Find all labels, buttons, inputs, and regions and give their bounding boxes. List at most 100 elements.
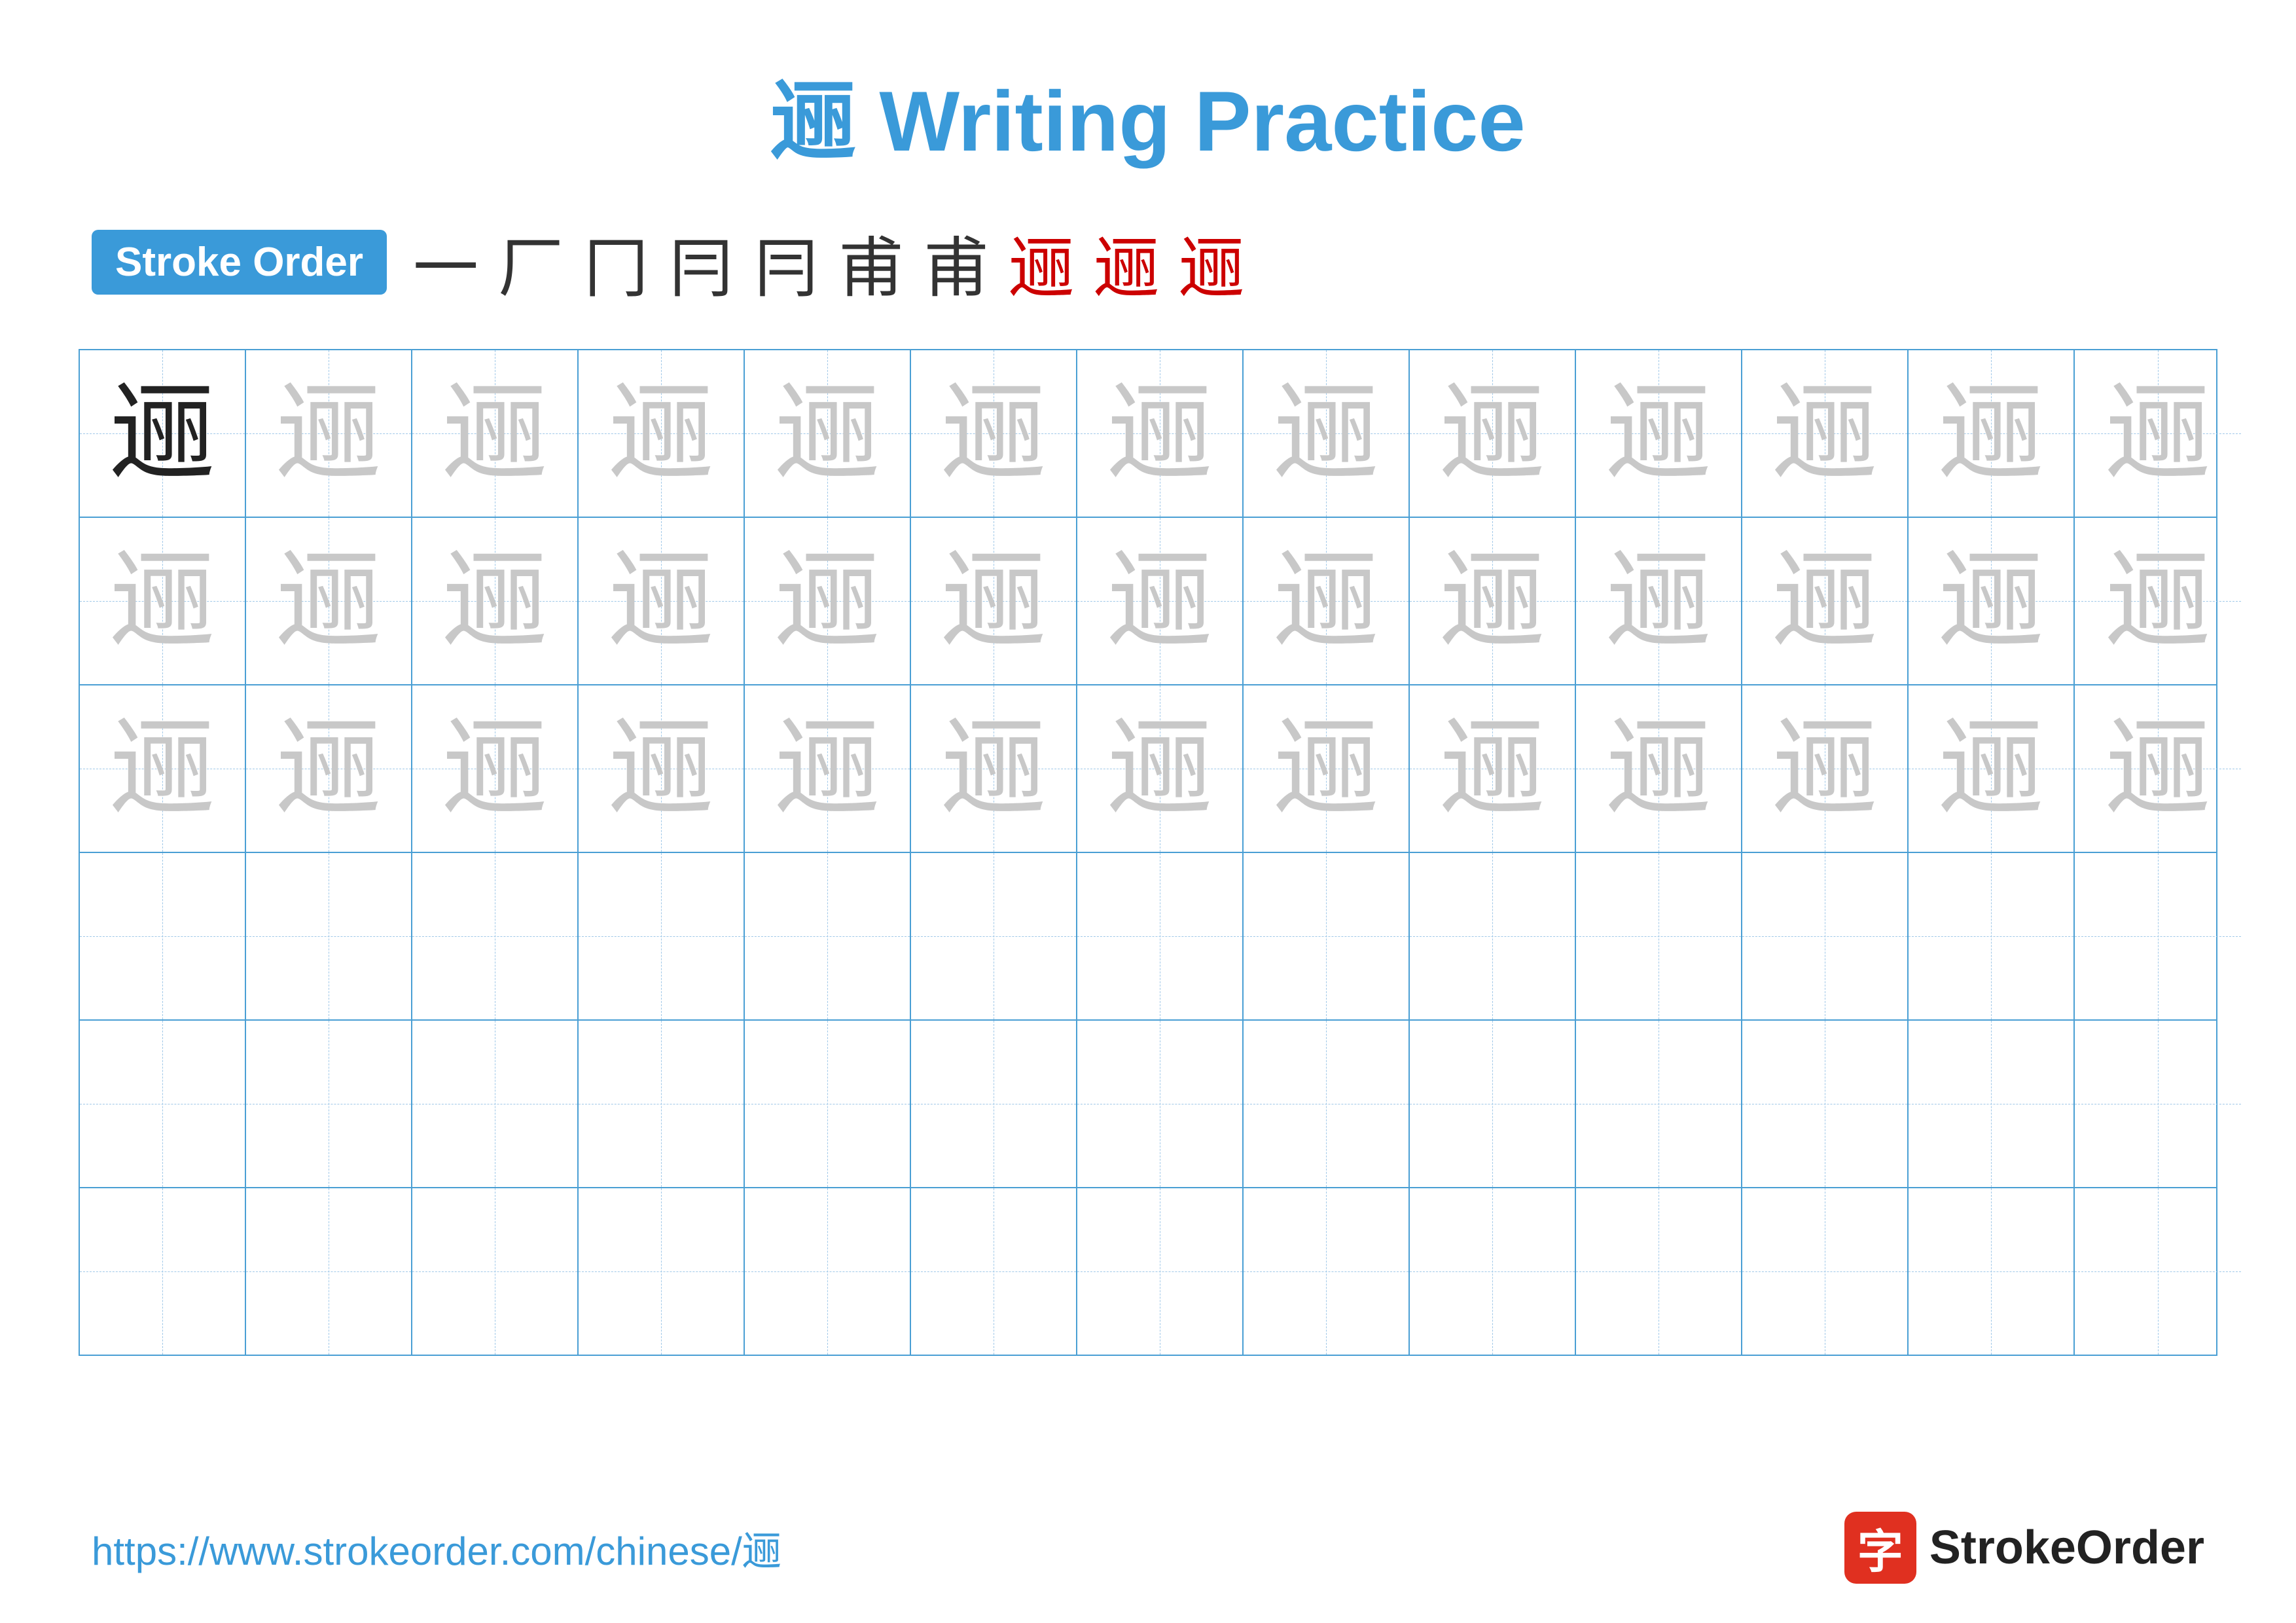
- cell-3-9: 逦: [1410, 685, 1576, 852]
- cell-5-5[interactable]: [745, 1021, 911, 1187]
- grid-row-5: [80, 1021, 2216, 1188]
- cell-2-10: 逦: [1576, 518, 1742, 684]
- stroke-7: 甫: [924, 215, 989, 310]
- cell-4-5[interactable]: [745, 853, 911, 1019]
- stroke-9: 逦: [1094, 215, 1159, 310]
- cell-1-12: 逦: [1909, 350, 2075, 517]
- cell-4-11[interactable]: [1742, 853, 1909, 1019]
- page-title: 逦 Writing Practice: [0, 0, 2296, 175]
- cell-5-6[interactable]: [911, 1021, 1077, 1187]
- cell-3-11: 逦: [1742, 685, 1909, 852]
- cell-3-12: 逦: [1909, 685, 2075, 852]
- cell-4-12[interactable]: [1909, 853, 2075, 1019]
- cell-6-2[interactable]: [246, 1188, 412, 1355]
- cell-1-13: 逦: [2075, 350, 2241, 517]
- cell-3-3: 逦: [412, 685, 579, 852]
- cell-5-13[interactable]: [2075, 1021, 2241, 1187]
- cell-4-10[interactable]: [1576, 853, 1742, 1019]
- cell-1-2: 逦: [246, 350, 412, 517]
- cell-2-5: 逦: [745, 518, 911, 684]
- cell-5-2[interactable]: [246, 1021, 412, 1187]
- cell-2-7: 逦: [1077, 518, 1244, 684]
- stroke-sequence: 一 厂 冂 冃 冃 甫 甫 逦 逦 逦: [413, 215, 1244, 310]
- cell-5-9[interactable]: [1410, 1021, 1576, 1187]
- cell-3-7: 逦: [1077, 685, 1244, 852]
- grid-row-3: 逦 逦 逦 逦 逦 逦 逦 逦 逦 逦 逦 逦 逦: [80, 685, 2216, 853]
- strokeorder-logo-icon: 字: [1844, 1512, 1916, 1584]
- cell-6-6[interactable]: [911, 1188, 1077, 1355]
- grid-row-4: [80, 853, 2216, 1021]
- cell-2-8: 逦: [1244, 518, 1410, 684]
- stroke-3: 冂: [583, 215, 649, 310]
- cell-6-11[interactable]: [1742, 1188, 1909, 1355]
- cell-5-4[interactable]: [579, 1021, 745, 1187]
- grid-row-2: 逦 逦 逦 逦 逦 逦 逦 逦 逦 逦 逦 逦 逦: [80, 518, 2216, 685]
- cell-1-11: 逦: [1742, 350, 1909, 517]
- stroke-6: 甫: [838, 215, 904, 310]
- cell-5-10[interactable]: [1576, 1021, 1742, 1187]
- cell-1-3: 逦: [412, 350, 579, 517]
- cell-6-7[interactable]: [1077, 1188, 1244, 1355]
- stroke-8: 逦: [1009, 215, 1074, 310]
- cell-1-7: 逦: [1077, 350, 1244, 517]
- cell-3-4: 逦: [579, 685, 745, 852]
- practice-grid: 逦 逦 逦 逦 逦 逦 逦 逦 逦 逦 逦 逦 逦 逦 逦 逦 逦 逦 逦 逦 …: [79, 349, 2217, 1356]
- cell-3-1: 逦: [80, 685, 246, 852]
- cell-3-8: 逦: [1244, 685, 1410, 852]
- cell-4-1[interactable]: [80, 853, 246, 1019]
- stroke-10: 逦: [1179, 215, 1244, 310]
- cell-3-13: 逦: [2075, 685, 2241, 852]
- stroke-1: 一: [413, 215, 478, 310]
- stroke-order-section: Stroke Order 一 厂 冂 冃 冃 甫 甫 逦 逦 逦: [0, 175, 2296, 336]
- cell-1-10: 逦: [1576, 350, 1742, 517]
- cell-2-6: 逦: [911, 518, 1077, 684]
- cell-3-10: 逦: [1576, 685, 1742, 852]
- cell-5-12[interactable]: [1909, 1021, 2075, 1187]
- cell-4-7[interactable]: [1077, 853, 1244, 1019]
- cell-1-6: 逦: [911, 350, 1077, 517]
- cell-2-3: 逦: [412, 518, 579, 684]
- cell-2-2: 逦: [246, 518, 412, 684]
- cell-5-11[interactable]: [1742, 1021, 1909, 1187]
- cell-6-5[interactable]: [745, 1188, 911, 1355]
- footer: https://www.strokeorder.com/chinese/逦 字 …: [0, 1512, 2296, 1584]
- cell-6-3[interactable]: [412, 1188, 579, 1355]
- cell-4-4[interactable]: [579, 853, 745, 1019]
- cell-6-10[interactable]: [1576, 1188, 1742, 1355]
- cell-6-12[interactable]: [1909, 1188, 2075, 1355]
- cell-6-9[interactable]: [1410, 1188, 1576, 1355]
- cell-2-9: 逦: [1410, 518, 1576, 684]
- cell-6-8[interactable]: [1244, 1188, 1410, 1355]
- footer-url[interactable]: https://www.strokeorder.com/chinese/逦: [92, 1520, 781, 1577]
- grid-row-6: [80, 1188, 2216, 1355]
- stroke-2: 厂: [498, 215, 564, 310]
- cell-5-7[interactable]: [1077, 1021, 1244, 1187]
- cell-4-9[interactable]: [1410, 853, 1576, 1019]
- grid-row-1: 逦 逦 逦 逦 逦 逦 逦 逦 逦 逦 逦 逦 逦: [80, 350, 2216, 518]
- cell-5-8[interactable]: [1244, 1021, 1410, 1187]
- cell-1-8: 逦: [1244, 350, 1410, 517]
- stroke-4: 冃: [668, 215, 734, 310]
- cell-4-2[interactable]: [246, 853, 412, 1019]
- cell-3-2: 逦: [246, 685, 412, 852]
- cell-2-12: 逦: [1909, 518, 2075, 684]
- cell-3-5: 逦: [745, 685, 911, 852]
- strokeorder-logo-text: StrokeOrder: [1929, 1521, 2204, 1575]
- cell-4-6[interactable]: [911, 853, 1077, 1019]
- cell-4-3[interactable]: [412, 853, 579, 1019]
- cell-4-13[interactable]: [2075, 853, 2241, 1019]
- cell-6-1[interactable]: [80, 1188, 246, 1355]
- cell-2-11: 逦: [1742, 518, 1909, 684]
- footer-logo: 字 StrokeOrder: [1844, 1512, 2204, 1584]
- cell-5-1[interactable]: [80, 1021, 246, 1187]
- cell-6-13[interactable]: [2075, 1188, 2241, 1355]
- cell-1-4: 逦: [579, 350, 745, 517]
- cell-1-9: 逦: [1410, 350, 1576, 517]
- cell-2-13: 逦: [2075, 518, 2241, 684]
- cell-4-8[interactable]: [1244, 853, 1410, 1019]
- cell-2-4: 逦: [579, 518, 745, 684]
- cell-6-4[interactable]: [579, 1188, 745, 1355]
- stroke-order-badge: Stroke Order: [92, 230, 387, 295]
- title-character: 逦: [770, 73, 855, 169]
- cell-5-3[interactable]: [412, 1021, 579, 1187]
